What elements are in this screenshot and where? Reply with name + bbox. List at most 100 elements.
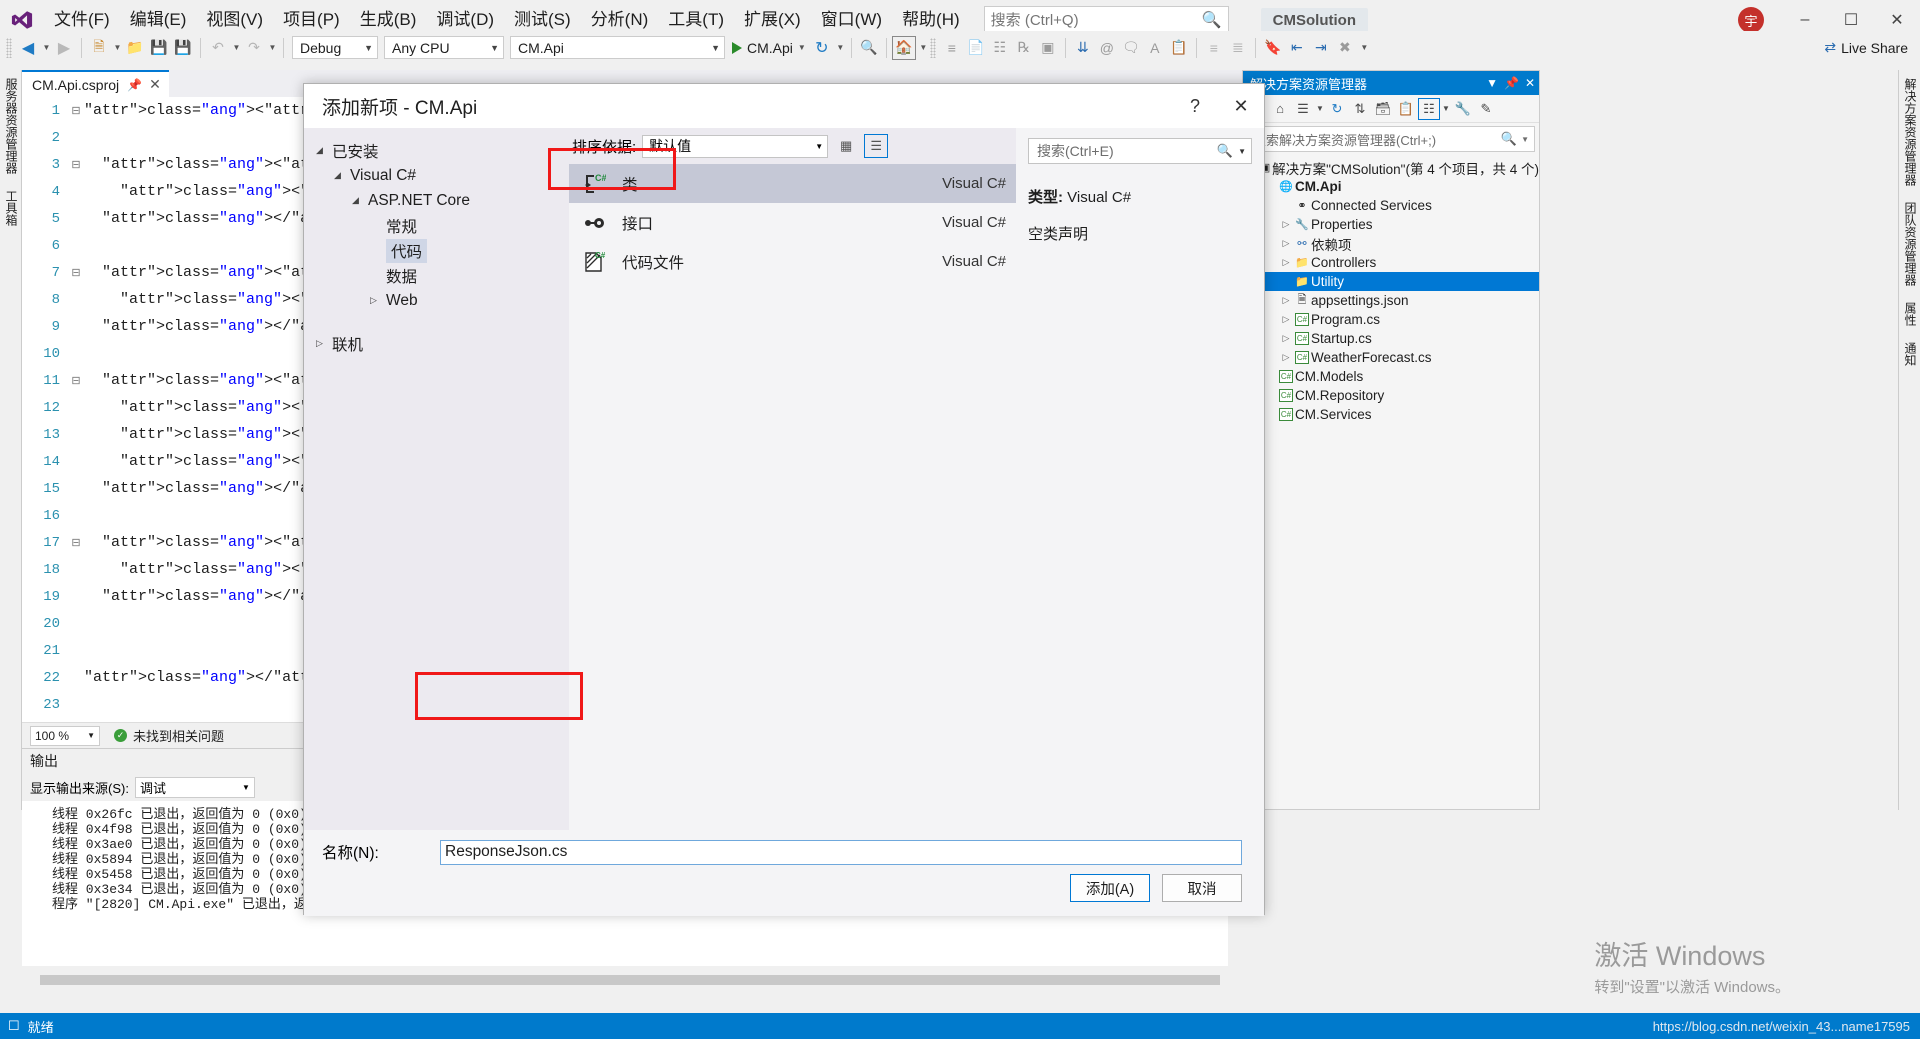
expand-arrow-icon[interactable]: ▷ bbox=[370, 295, 386, 306]
at-icon[interactable]: @ bbox=[1095, 36, 1119, 60]
solution-tree-item[interactable]: C# CM.Repository bbox=[1243, 386, 1539, 405]
template-item[interactable]: 接口 Visual C# bbox=[569, 203, 1016, 242]
navigate-back-icon[interactable]: ◀ bbox=[16, 36, 40, 60]
new-file-icon[interactable]: 📄 bbox=[964, 36, 988, 60]
solution-tree-item[interactable]: C# CM.Models bbox=[1243, 367, 1539, 386]
expand-arrow-icon[interactable]: ▷ bbox=[1279, 295, 1293, 306]
tile-view-button[interactable]: ▦ bbox=[834, 134, 858, 158]
solution-tree-item[interactable]: 🌐 CM.Api bbox=[1243, 177, 1539, 196]
solution-configuration-combo[interactable]: Debug ▼ bbox=[292, 36, 378, 59]
next-bookmark-icon[interactable]: ⇥ bbox=[1309, 36, 1333, 60]
dropdown-icon[interactable]: ▼ bbox=[1486, 76, 1498, 90]
close-tab-icon[interactable]: ✕ bbox=[149, 76, 161, 93]
solution-tree-item[interactable]: ▷ 📁 Controllers bbox=[1243, 253, 1539, 272]
template-item[interactable]: C# 代码文件 Visual C# bbox=[569, 242, 1016, 281]
switch-views-dropdown-icon[interactable]: ▼ bbox=[1315, 98, 1325, 120]
pending-changes-icon[interactable]: ✎ bbox=[1475, 98, 1497, 120]
code-metrics-icon[interactable]: ℞ bbox=[1012, 36, 1036, 60]
quick-search-input[interactable] bbox=[990, 11, 1202, 29]
search-in-files-icon[interactable]: 🔍 bbox=[857, 36, 881, 60]
expand-arrow-icon[interactable]: ▷ bbox=[1279, 219, 1293, 230]
fold-toggle-icon[interactable]: ⊟ bbox=[68, 158, 84, 172]
solution-tree-item[interactable]: ⚭ Connected Services bbox=[1243, 196, 1539, 215]
cancel-button[interactable]: 取消 bbox=[1162, 874, 1242, 902]
preview-dropdown-icon[interactable]: ▼ bbox=[1441, 98, 1451, 120]
template-category-tree[interactable]: ◢ 已安装 ◢ Visual C# ◢ ASP.NET Core 常规 代码 数据 ▷ Web ▷ 联机 bbox=[304, 128, 556, 830]
new-project-icon[interactable]: 🗎 bbox=[87, 36, 111, 60]
redo-dropdown-icon[interactable]: ▼ bbox=[266, 36, 278, 60]
solution-tree-item[interactable]: C# CM.Services bbox=[1243, 405, 1539, 424]
pin-icon[interactable]: 📌 bbox=[1504, 76, 1519, 90]
refresh-icon[interactable]: ↻ bbox=[1326, 98, 1348, 120]
solution-explorer-search[interactable]: 搜索解决方案资源管理器(Ctrl+;) 🔍 ▼ bbox=[1247, 126, 1535, 152]
expand-arrow-icon[interactable]: ▷ bbox=[1279, 257, 1293, 268]
live-preview-icon[interactable]: 🏠 bbox=[891, 35, 916, 60]
save-all-icon[interactable]: 💾 bbox=[171, 36, 195, 60]
home-icon[interactable]: ⌂ bbox=[1269, 98, 1291, 120]
toolbar-overflow-icon[interactable]: ▼ bbox=[1357, 36, 1371, 60]
expand-arrow-icon[interactable]: ▷ bbox=[1279, 352, 1293, 363]
account-avatar[interactable]: 宇 bbox=[1738, 7, 1764, 33]
notifications-tab[interactable]: 通知 bbox=[1899, 334, 1920, 374]
template-category-item[interactable]: ◢ 已安装 bbox=[304, 138, 556, 163]
template-category-item[interactable]: 数据 bbox=[304, 263, 556, 288]
properties-window-icon[interactable]: 📋 bbox=[1395, 98, 1417, 120]
dialog-close-button[interactable]: ✕ bbox=[1218, 84, 1264, 128]
task-list-icon[interactable]: ≡ bbox=[940, 36, 964, 60]
hot-reload-icon[interactable]: ↻ bbox=[810, 36, 834, 60]
expand-arrow-icon[interactable]: ▷ bbox=[1279, 238, 1293, 249]
template-category-item[interactable]: 常规 bbox=[304, 213, 556, 238]
overflow-icon[interactable]: ▼ bbox=[916, 36, 930, 60]
close-icon[interactable]: ✕ bbox=[1525, 76, 1535, 90]
template-category-item[interactable]: ▷ Web bbox=[304, 288, 556, 313]
hot-reload-dropdown-icon[interactable]: ▼ bbox=[834, 36, 846, 60]
indent-icon[interactable]: ≡ bbox=[1202, 36, 1226, 60]
solution-tree-item[interactable]: ▷ C# WeatherForecast.cs bbox=[1243, 348, 1539, 367]
class-view-icon[interactable]: ☷ bbox=[988, 36, 1012, 60]
expand-arrow-icon[interactable]: ▷ bbox=[316, 338, 332, 349]
solution-platform-combo[interactable]: Any CPU ▼ bbox=[384, 36, 504, 59]
redo-icon[interactable]: ↷ bbox=[242, 36, 266, 60]
expand-arrow-icon[interactable]: ◢ bbox=[316, 145, 332, 156]
navigate-back-dropdown-icon[interactable]: ▼ bbox=[40, 36, 52, 60]
solution-tree-item[interactable]: ▷▣解决方案"CMSolution"(第 4 个项目，共 4 个) bbox=[1243, 158, 1539, 177]
toolbox-tab[interactable]: 工具箱 bbox=[0, 182, 23, 234]
solution-tree[interactable]: ▷▣解决方案"CMSolution"(第 4 个项目，共 4 个)🌐CM.Api… bbox=[1243, 155, 1539, 424]
document-tab-csproj[interactable]: CM.Api.csproj 📌 ✕ bbox=[22, 70, 169, 97]
toolbar-grip[interactable] bbox=[6, 37, 12, 58]
undo-dropdown-icon[interactable]: ▼ bbox=[230, 36, 242, 60]
wrench-icon[interactable]: 🔧 bbox=[1452, 98, 1474, 120]
save-icon[interactable]: 💾 bbox=[147, 36, 171, 60]
zoom-level-combo[interactable]: 100 % ▼ bbox=[30, 725, 100, 746]
template-item-list[interactable]: C# 类 Visual C# 接口 Visual C# C# 代码文件 Visual C# bbox=[569, 164, 1016, 830]
solution-tree-item[interactable]: ▷ C# Startup.cs bbox=[1243, 329, 1539, 348]
fold-toggle-icon[interactable]: ⊟ bbox=[68, 374, 84, 388]
list-view-button[interactable]: ☰ bbox=[864, 134, 889, 158]
expand-arrow-icon[interactable]: ◢ bbox=[334, 170, 350, 181]
toolbar-grip[interactable] bbox=[929, 37, 936, 58]
scrollbar-thumb[interactable] bbox=[40, 975, 1220, 985]
outdent-icon[interactable]: ≣ bbox=[1226, 36, 1250, 60]
server-explorer-tab[interactable]: 服务器资源管理器 bbox=[0, 70, 23, 182]
output-horizontal-scrollbar[interactable] bbox=[22, 972, 1242, 988]
fold-toggle-icon[interactable]: ⊟ bbox=[68, 104, 84, 118]
fold-toggle-icon[interactable]: ⊟ bbox=[68, 536, 84, 550]
bookmark-icon[interactable]: 🔖 bbox=[1261, 36, 1285, 60]
solution-tree-item[interactable]: ▷ C# Program.cs bbox=[1243, 310, 1539, 329]
switch-views-icon[interactable]: ☰ bbox=[1292, 98, 1314, 120]
template-item-selected[interactable]: C# 类 Visual C# bbox=[569, 164, 1016, 203]
previous-bookmark-icon[interactable]: ⇤ bbox=[1285, 36, 1309, 60]
template-category-selected[interactable]: 代码 bbox=[304, 238, 556, 263]
expand-arrow-icon[interactable]: ▷ bbox=[1279, 333, 1293, 344]
solution-tree-item[interactable]: ▷ ⚯ 依赖项 bbox=[1243, 234, 1539, 253]
sort-icon[interactable]: ⇊ bbox=[1071, 36, 1095, 60]
navigate-forward-icon[interactable]: ▶ bbox=[52, 36, 76, 60]
item-name-input[interactable] bbox=[440, 839, 1242, 865]
output-source-combo[interactable]: 调试 ▼ bbox=[134, 776, 255, 798]
solution-tree-item-selected[interactable]: 📁 Utility bbox=[1243, 272, 1539, 291]
template-category-item[interactable]: ◢ Visual C# bbox=[304, 163, 556, 188]
open-file-icon[interactable]: 📁 bbox=[123, 36, 147, 60]
fold-toggle-icon[interactable]: ⊟ bbox=[68, 266, 84, 280]
undo-icon[interactable]: ↶ bbox=[206, 36, 230, 60]
dialog-search-box[interactable]: 搜索(Ctrl+E) 🔍 ▼ bbox=[1028, 138, 1252, 164]
